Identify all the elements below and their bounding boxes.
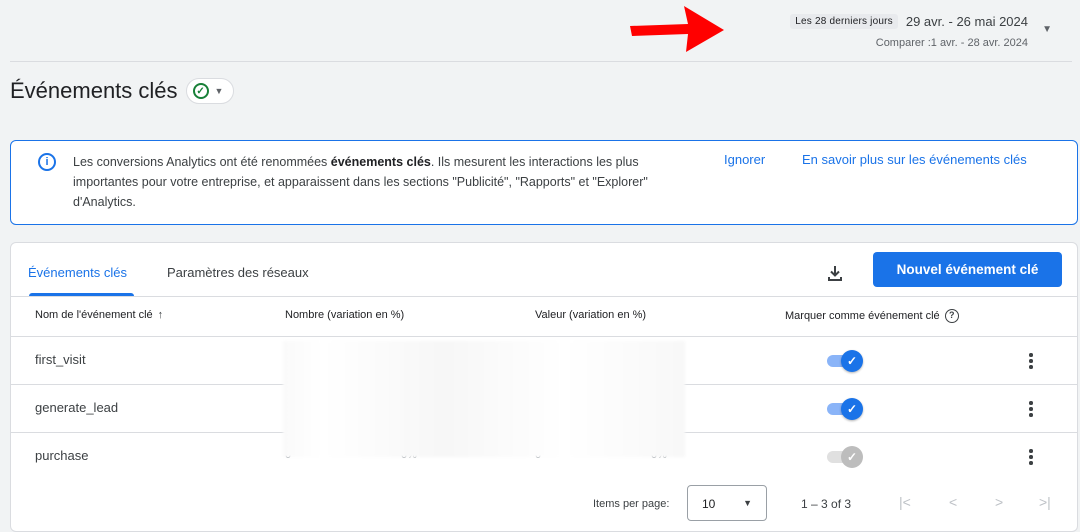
sort-arrow-up-icon: ↑ [157,309,164,321]
status-dropdown[interactable]: ✓ ▼ [185,78,235,104]
key-event-toggle[interactable]: ✓ [827,446,863,468]
dropdown-caret-icon: ▼ [214,86,224,96]
column-header-mark-key-event: Marquer comme événement clé ? [785,309,959,323]
info-banner: i Les conversions Analytics ont été reno… [10,140,1078,225]
page-header: Événements clés ✓ ▼ [10,78,235,104]
key-event-toggle[interactable]: ✓ [827,350,863,372]
items-per-page-label: Items per page: [593,498,670,510]
column-header-name[interactable]: Nom de l'événement clé ↑ [35,309,163,321]
tab-key-events[interactable]: Événements clés [28,265,127,280]
pagination-range: 1 – 3 of 3 [801,497,852,511]
prev-page-icon[interactable]: < [949,494,957,510]
date-range-picker[interactable]: Les 28 derniers jours 29 avr. - 26 mai 2… [790,14,1028,49]
key-events-card: Événements clés Paramètres des réseaux N… [10,242,1078,532]
next-page-icon[interactable]: > [995,494,1003,510]
column-header-value[interactable]: Valeur (variation en %) [535,309,646,321]
more-vert-icon[interactable] [1021,399,1041,419]
dropdown-caret-icon: ▼ [743,498,752,508]
banner-text-bold: événements clés [330,155,431,169]
items-per-page-select[interactable]: 10 ▼ [687,485,767,521]
event-name: generate_lead [35,400,119,415]
check-icon: ✓ [841,398,863,420]
top-bar: Les 28 derniers jours 29 avr. - 26 mai 2… [10,0,1072,62]
date-range-text: 29 avr. - 26 mai 2024 [905,14,1028,29]
event-name: purchase [35,448,89,463]
column-header-label: Marquer comme événement clé [785,310,940,322]
more-vert-icon[interactable] [1021,447,1041,467]
last-page-icon[interactable]: >| [1039,494,1051,510]
column-header-label: Valeur (variation en %) [535,309,647,321]
check-circle-icon: ✓ [192,83,209,99]
dropdown-caret-icon[interactable]: ▼ [1042,24,1052,35]
key-event-toggle[interactable]: ✓ [827,398,863,420]
red-arrow-annotation [630,6,724,52]
date-preset-chip: Les 28 derniers jours [790,14,898,29]
items-per-page-value: 10 [702,497,716,511]
more-vert-icon[interactable] [1021,351,1041,371]
banner-text-start: Les conversions Analytics ont été renomm… [73,155,331,169]
new-key-event-button[interactable]: Nouvel événement clé [873,252,1062,287]
help-icon[interactable]: ? [944,309,959,323]
dismiss-link[interactable]: Ignorer [724,152,765,167]
tabs-divider [11,296,1077,297]
check-icon: ✓ [841,446,863,468]
column-header-count[interactable]: Nombre (variation en %) [285,309,404,321]
banner-message: Les conversions Analytics ont été renomm… [73,152,703,212]
check-icon: ✓ [841,350,863,372]
column-header-label: Nombre (variation en %) [285,309,405,321]
event-name: first_visit [35,352,86,367]
tab-network-settings[interactable]: Paramètres des réseaux [167,265,309,280]
info-icon: i [38,153,56,171]
download-icon[interactable] [821,259,849,287]
date-compare-text: Comparer :1 avr. - 28 avr. 2024 [875,37,1028,49]
redacted-area [283,341,685,457]
learn-more-link[interactable]: En savoir plus sur les événements clés [802,152,1027,167]
first-page-icon[interactable]: |< [899,494,911,510]
column-header-label: Nom de l'événement clé [35,309,153,321]
page-title: Événements clés [10,78,178,103]
